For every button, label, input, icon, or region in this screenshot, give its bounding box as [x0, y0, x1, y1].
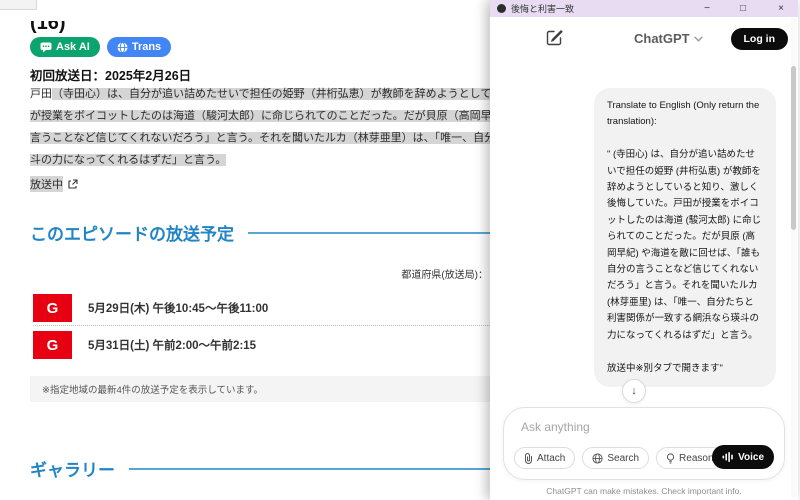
channel-badge-g: G: [33, 294, 72, 322]
scroll-to-bottom-button[interactable]: ↓: [622, 379, 646, 403]
lightbulb-icon: [666, 453, 675, 464]
first-broadcast-date: 初回放送日：2025年2月26日: [30, 65, 191, 84]
on-air-label: 放送中: [30, 176, 63, 192]
attach-label: Attach: [537, 453, 565, 464]
ask-ai-label: Ask AI: [56, 41, 90, 53]
new-chat-button[interactable]: [545, 28, 564, 47]
maximize-button[interactable]: □: [729, 0, 757, 17]
disclaimer-text: ChatGPT can make mistakes. Check importa…: [490, 486, 798, 496]
window-title: 後悔と利害一致: [511, 2, 574, 15]
composer-tools: Attach Search Reason: [514, 447, 724, 469]
close-button[interactable]: ×: [767, 0, 795, 17]
trans-label: Trans: [132, 41, 161, 53]
schedule-note-text: ※指定地域の最新4件の放送予定を表示しています。: [42, 382, 263, 396]
ask-ai-button[interactable]: Ask AI: [30, 37, 100, 57]
page-corner-fragment: [0, 0, 37, 10]
arrow-down-icon: ↓: [631, 385, 637, 397]
voice-button[interactable]: Voice: [712, 445, 774, 469]
channel-badge-g: G: [33, 331, 72, 359]
schedule-time: 5月31日(土) 午前2:00～午前2:15: [88, 337, 256, 353]
schedule-section-title: このエピソードの放送予定: [30, 220, 234, 245]
schedule-row[interactable]: G 5月29日(木) 午後10:45～午後11:00: [33, 294, 268, 322]
message-input[interactable]: Ask anything: [521, 420, 590, 434]
schedule-time: 5月29日(木) 午後10:45～午後11:00: [88, 300, 268, 316]
on-air-link[interactable]: 放送中: [30, 176, 78, 192]
voice-label: Voice: [738, 452, 764, 463]
search-label: Search: [607, 453, 639, 464]
minimize-button[interactable]: −: [693, 0, 721, 17]
waveform-icon: [722, 451, 734, 463]
reason-label: Reason: [679, 453, 713, 464]
chatgpt-app-icon: [497, 4, 506, 13]
login-button[interactable]: Log in: [731, 28, 789, 50]
attach-button[interactable]: Attach: [514, 447, 575, 469]
chevron-down-icon: [694, 36, 703, 42]
scrollbar-thumb[interactable]: [791, 66, 796, 230]
translate-button[interactable]: Trans: [107, 37, 171, 57]
chatgpt-window: 後悔と利害一致 − □ × ChatGPT Log in Translate t…: [490, 0, 798, 500]
chat-bubble-icon: [40, 42, 52, 53]
episode-number: (16): [30, 21, 110, 35]
user-message-bubble: Translate to English (Only return the tr…: [594, 88, 776, 387]
globe-icon: [592, 453, 603, 464]
schedule-row[interactable]: G 5月31日(土) 午前2:00～午前2:15: [33, 331, 256, 359]
message-composer[interactable]: Ask anything Attach Search Reason: [503, 407, 785, 480]
ai-toolbar: Ask AI Trans: [30, 37, 171, 57]
synopsis-unselected-text: 戸田: [30, 88, 52, 100]
brand-label: ChatGPT: [634, 31, 690, 46]
paperclip-icon: [524, 453, 533, 464]
search-button[interactable]: Search: [582, 447, 649, 469]
globe-icon: [117, 42, 128, 53]
episode-number-clipped: (16): [30, 21, 110, 36]
prefecture-select-label: 都道府県(放送局)：: [250, 266, 488, 281]
model-switcher[interactable]: ChatGPT: [634, 31, 703, 46]
gallery-section-title: ギャラリー: [30, 456, 115, 481]
external-link-icon: [67, 179, 78, 190]
